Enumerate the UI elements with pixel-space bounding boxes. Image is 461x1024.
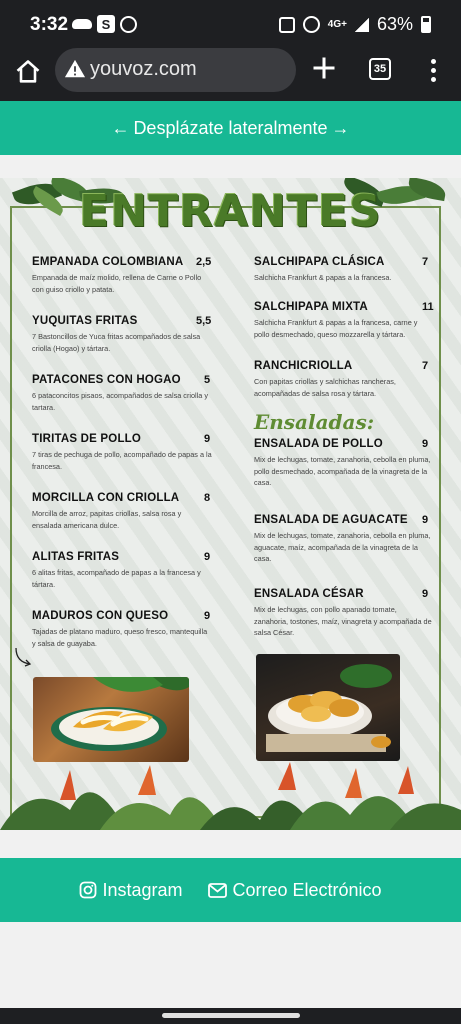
item-name: ALITAS FRITAS xyxy=(32,551,120,563)
item-price: 9 xyxy=(422,514,429,526)
item-price: 7 xyxy=(422,256,429,268)
item-price: 2,5 xyxy=(196,256,212,268)
arrow-left-icon: ← xyxy=(111,117,130,138)
tabs-button[interactable]: 35 xyxy=(369,58,391,80)
menu-item: PATACONES CON HOGAO 5 6 pataconcitos pis… xyxy=(32,374,212,433)
plus-icon[interactable] xyxy=(310,54,338,82)
item-name: TIRITAS DE POLLO xyxy=(32,433,142,445)
item-name: MORCILLA CON CRIOLLA xyxy=(32,492,180,504)
item-price: 11 xyxy=(422,301,434,313)
warning-icon[interactable] xyxy=(64,58,86,80)
item-description: Empanada de maíz molido, rellena de Carn… xyxy=(32,273,202,294)
address-bar[interactable]: youvoz.com xyxy=(55,48,296,92)
signal-icon xyxy=(354,17,369,32)
url-text[interactable]: youvoz.com xyxy=(90,58,197,81)
menu-item: SALCHIPAPA MIXTA 11 Salchicha Frankfurt … xyxy=(254,301,434,360)
menu-item: EMPANADA COLOMBIANA 2,5 Empanada de maíz… xyxy=(32,256,212,315)
item-name: SALCHIPAPA CLÁSICA xyxy=(254,256,385,268)
item-price: 9 xyxy=(422,438,429,450)
item-name: RANCHICRIOLLA xyxy=(254,360,353,372)
salads-heading: Ensaladas: xyxy=(254,410,375,434)
menu-item: ENSALADA DE AGUACATE 9 Mix de lechugas, … xyxy=(254,514,432,588)
item-description: Salchicha Frankfurt & papas a la frances… xyxy=(254,273,392,282)
menu-item: RANCHICRIOLLA 7 Con papitas criollas y s… xyxy=(254,360,432,406)
maduros-photo xyxy=(33,677,189,762)
instagram-link[interactable]: Instagram xyxy=(79,880,182,901)
menu-title: ENTRANTES xyxy=(79,186,382,237)
battery-icon xyxy=(421,16,431,33)
item-description: Mix de lechugas, tomate, zanahoria, cebo… xyxy=(254,455,431,487)
browser-toolbar: youvoz.com 35 xyxy=(0,46,461,102)
item-description: 7 tiras de pechuga de pollo, acompañado … xyxy=(32,450,212,471)
item-price: 9 xyxy=(204,610,211,622)
item-description: 7 Bastoncillos de Yuca fritas acompañado… xyxy=(32,332,201,353)
foliage-bottom xyxy=(0,762,461,830)
scroll-hint-banner: ← Desplázate lateralmente → xyxy=(0,101,461,155)
menu-item: ALITAS FRITAS 9 6 alitas fritas, acompañ… xyxy=(32,551,212,610)
patacones-photo xyxy=(256,654,400,761)
item-name: ENSALADA CÉSAR xyxy=(254,588,364,600)
menu-item: MORCILLA CON CRIOLLA 8 Morcilla de arroz… xyxy=(32,492,212,551)
item-name: EMPANADA COLOMBIANA xyxy=(32,256,184,268)
gesture-navigation-bar xyxy=(0,1008,461,1024)
right-column: SALCHIPAPA CLÁSICA 7 Salchicha Frankfurt… xyxy=(254,256,434,648)
instagram-icon[interactable] xyxy=(79,881,97,899)
status-bar: 3:32 S 4G+ 63% xyxy=(0,0,461,46)
s-app-icon: S xyxy=(97,15,115,33)
site-footer: Instagram Correo Electrónico xyxy=(0,858,461,922)
item-description: Mix de lechugas, con pollo apanado tomat… xyxy=(254,605,432,637)
item-description: Morcilla de arroz, papitas criollas, sal… xyxy=(32,509,182,530)
notification-icons: S xyxy=(72,15,137,33)
home-gesture-handle[interactable] xyxy=(162,1013,300,1018)
curved-arrow-icon xyxy=(15,647,32,667)
menu-item: TIRITAS DE POLLO 9 7 tiras de pechuga de… xyxy=(32,433,212,492)
whatsapp-icon xyxy=(120,15,137,33)
email-link[interactable]: Correo Electrónico xyxy=(208,880,382,901)
item-description: 6 alitas fritas, acompañado de papas a l… xyxy=(32,568,201,589)
item-description: Con papitas criollas y salchichas ranche… xyxy=(254,377,396,398)
data-icon: 4G+ xyxy=(327,18,347,30)
item-name: PATACONES CON HOGAO xyxy=(32,374,181,386)
item-price: 5,5 xyxy=(196,315,212,327)
envelope-icon[interactable] xyxy=(208,882,228,898)
menu-card: ENTRANTES EMPANADA COLOMBIANA 2,5 Empana… xyxy=(0,178,461,830)
item-name: ENSALADA DE AGUACATE xyxy=(254,514,408,526)
item-description: 6 pataconcitos pisaos, acompañados de sa… xyxy=(32,391,209,412)
item-description: Salchicha Frankfurt & papas a la frances… xyxy=(254,318,418,339)
menu-item: YUQUITAS FRITAS 5,5 7 Bastoncillos de Yu… xyxy=(32,315,212,374)
item-price: 8 xyxy=(204,492,211,504)
email-label[interactable]: Correo Electrónico xyxy=(232,880,381,901)
item-price: 9 xyxy=(422,588,429,600)
left-column: EMPANADA COLOMBIANA 2,5 Empanada de maíz… xyxy=(32,256,212,669)
item-name: SALCHIPAPA MIXTA xyxy=(254,301,368,313)
arrow-right-icon: → xyxy=(331,117,350,138)
menu-item: MADUROS CON QUESO 9 Tajadas de platano m… xyxy=(32,610,212,669)
system-icons: 4G+ 63% xyxy=(278,14,431,35)
menu-item: ENSALADA CÉSAR 9 Mix de lechugas, con po… xyxy=(254,588,432,648)
item-description: Mix de lechugas, tomate, zanahoria, cebo… xyxy=(254,531,431,563)
item-name: ENSALADA DE POLLO xyxy=(254,438,383,450)
item-price: 5 xyxy=(204,374,211,386)
item-name: YUQUITAS FRITAS xyxy=(32,315,138,327)
item-price: 7 xyxy=(422,360,429,372)
item-price: 9 xyxy=(204,551,211,563)
menu-item: SALCHIPAPA CLÁSICA 7 Salchicha Frankfurt… xyxy=(254,256,432,301)
battery-saver-icon xyxy=(278,16,295,33)
battery-percent: 63% xyxy=(376,14,413,34)
cloud-icon xyxy=(72,19,92,29)
item-description: Tajadas de platano maduro, queso fresco,… xyxy=(32,627,208,648)
clock: 3:32 xyxy=(30,14,69,35)
item-name: MADUROS CON QUESO xyxy=(32,610,169,622)
home-icon[interactable] xyxy=(14,58,42,86)
scroll-hint-text: Desplázate lateralmente xyxy=(133,117,328,138)
menu-item: ENSALADA DE POLLO 9 Mix de lechugas, tom… xyxy=(254,438,432,514)
instagram-label[interactable]: Instagram xyxy=(102,880,182,901)
alarm-icon xyxy=(302,16,320,33)
menu-icon[interactable] xyxy=(426,57,440,83)
item-price: 9 xyxy=(204,433,211,445)
